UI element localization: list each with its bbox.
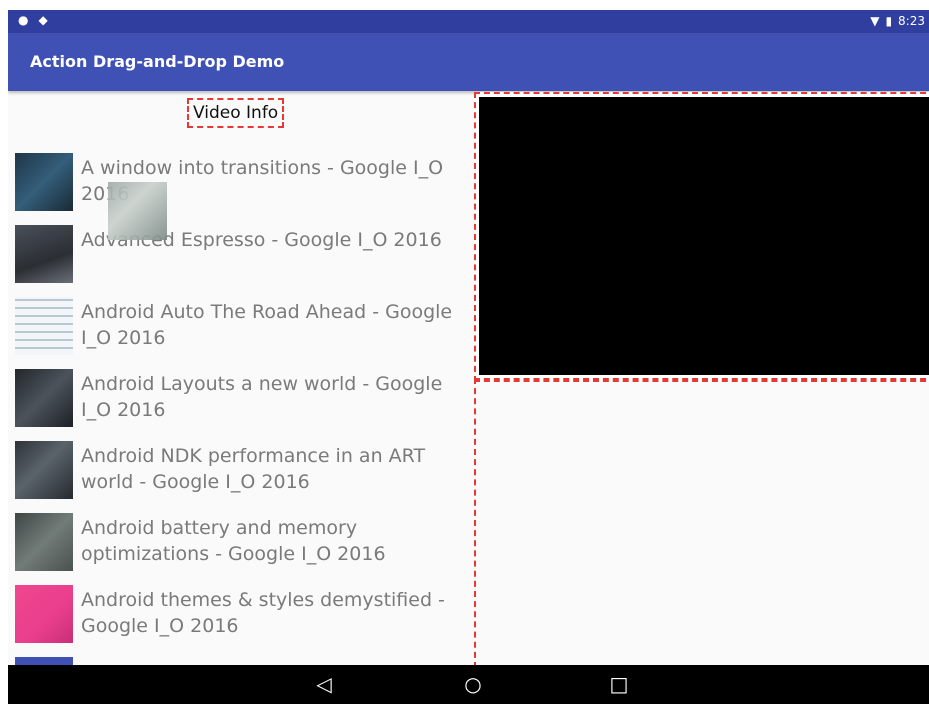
video-title: Android battery and memory optimizations…: [81, 517, 386, 565]
video-title: Android Auto The Road Ahead - Google I_O…: [81, 301, 453, 349]
battery-icon: ▮: [885, 14, 893, 28]
status-time: 8:23: [898, 14, 925, 28]
video-item[interactable]: Android NDK performance in an ART world …: [8, 439, 473, 511]
status-bar: ● ◆ ▼ ▮ 8:23: [8, 10, 929, 33]
back-button[interactable]: ◁: [304, 671, 344, 697]
video-thumbnail[interactable]: [15, 153, 73, 211]
video-thumbnail[interactable]: [15, 297, 73, 355]
app-title: Action Drag-and-Drop Demo: [30, 52, 285, 71]
drag-shadow-thumbnail: [108, 182, 167, 240]
secondary-drop-target[interactable]: [474, 378, 929, 668]
video-thumbnail[interactable]: [15, 657, 73, 665]
video-info-drop-target[interactable]: Video Info: [187, 98, 285, 128]
video-title: Android NDK performance in an ART world …: [81, 445, 426, 493]
video-thumbnail[interactable]: [15, 369, 73, 427]
video-item[interactable]: Advanced Espresso - Google I_O 2016: [8, 223, 473, 295]
device-screen: ● ◆ ▼ ▮ 8:23 Action Drag-and-Drop Demo V…: [8, 10, 929, 704]
video-player[interactable]: [479, 97, 929, 375]
home-button[interactable]: ○: [453, 671, 493, 697]
android-icon: ◆: [38, 13, 48, 27]
video-item[interactable]: Android battery and memory optimizations…: [8, 511, 473, 583]
video-item[interactable]: A window into transitions - Google I_O 2…: [8, 151, 473, 223]
video-title: Android Layouts a new world - Google I_O…: [81, 373, 443, 421]
drop-icon: ●: [18, 13, 29, 27]
navigation-bar: ◁ ○ □: [8, 665, 929, 704]
video-item[interactable]: Android Auto The Road Ahead - Google I_O…: [8, 295, 473, 367]
wifi-icon: ▼: [870, 14, 880, 28]
video-thumbnail[interactable]: [15, 441, 73, 499]
video-item[interactable]: Android Layouts a new world - Google I_O…: [8, 367, 473, 439]
app-bar: Action Drag-and-Drop Demo: [8, 33, 929, 91]
video-thumbnail[interactable]: [15, 225, 73, 283]
video-thumbnail[interactable]: [15, 585, 73, 643]
video-player-drop-target[interactable]: [474, 92, 929, 382]
video-list-pane: Video Info A window into transitions - G…: [8, 91, 473, 665]
video-thumbnail[interactable]: [15, 513, 73, 571]
video-item[interactable]: Android themes & styles demystified - Go…: [8, 583, 473, 655]
video-title: Android themes & styles demystified - Go…: [81, 589, 445, 637]
video-item-partial[interactable]: [8, 655, 473, 665]
recents-button[interactable]: □: [599, 671, 639, 697]
